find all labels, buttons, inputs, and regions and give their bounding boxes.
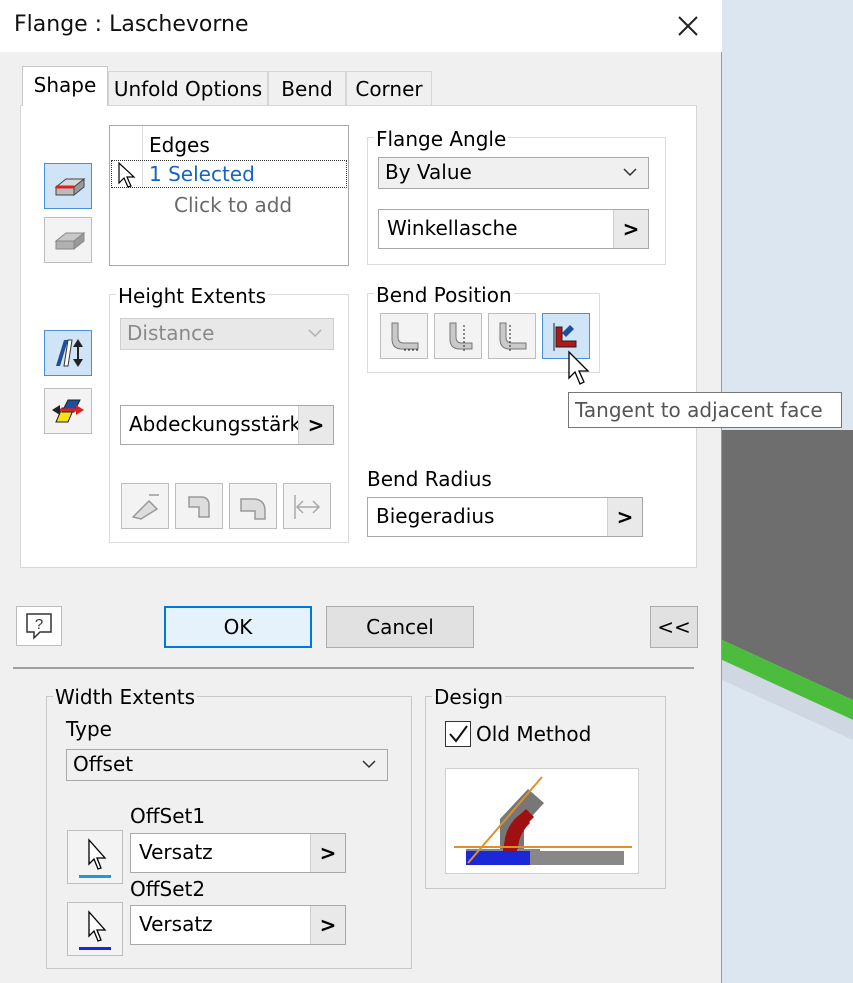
flange-angle-mode-dropdown[interactable]: By Value (378, 157, 649, 189)
bend-outside-icon (449, 322, 473, 351)
offset1-value-field[interactable]: Versatz > (130, 833, 346, 873)
edges-add-hint[interactable]: Click to add (174, 193, 292, 217)
offset2-value-field[interactable]: Versatz > (130, 905, 346, 945)
dialog-title: Flange : Laschevorne (14, 12, 249, 37)
height-extents-mode-value: Distance (127, 321, 215, 345)
old-method-checkbox[interactable] (445, 721, 471, 747)
design-preview-graphic (454, 776, 632, 865)
chevron-down-icon (362, 760, 376, 769)
offset1-arrow-button[interactable]: > (310, 834, 345, 872)
bend-tangent-icon (553, 323, 577, 351)
height-datum-button-3[interactable] (229, 483, 277, 529)
cursor-arrow-icon (118, 161, 136, 188)
bend-position-inside-button[interactable] (380, 313, 428, 359)
double-sided-button[interactable] (44, 388, 92, 434)
bend-radius-value-field[interactable]: Biegeradius > (367, 497, 643, 537)
face-select-icon (54, 231, 86, 251)
edge-select-icon (54, 177, 86, 197)
width-extents-label: Width Extents (53, 685, 198, 709)
height-datum-icon (131, 494, 159, 520)
offset1-value: Versatz (139, 840, 213, 864)
bend-position-outside-button[interactable] (434, 313, 482, 359)
tab-shape[interactable]: Shape (22, 66, 108, 106)
offset2-select-icon (79, 910, 111, 950)
offset2-value: Versatz (139, 912, 213, 936)
viewport-part-graphic (722, 430, 853, 740)
edges-selected-row[interactable]: 1 Selected (111, 160, 347, 188)
flange-angle-mode-value: By Value (385, 160, 472, 184)
bend-position-label: Bend Position (374, 283, 514, 307)
height-datum-button-4[interactable] (283, 483, 331, 529)
width-type-dropdown[interactable]: Offset (66, 749, 388, 781)
close-button[interactable] (668, 6, 708, 46)
height-datum-button-1[interactable] (121, 483, 169, 529)
height-extents-value: Abdeckungsstärke (129, 412, 313, 436)
chevron-down-icon (623, 168, 637, 177)
height-extents-mode-dropdown[interactable]: Distance (120, 318, 334, 350)
flange-angle-value-field[interactable]: Winkellasche > (378, 209, 649, 249)
title-bar: Flange : Laschevorne (0, 0, 722, 52)
collapse-button[interactable]: << (650, 606, 698, 648)
help-icon: ? (26, 613, 52, 640)
checkmark-icon (449, 725, 468, 743)
design-label: Design (432, 685, 506, 709)
height-aligned-icon (294, 495, 321, 519)
offset2-arrow-button[interactable]: > (310, 906, 345, 944)
cancel-button[interactable]: Cancel (326, 606, 474, 648)
select-edges-button[interactable] (44, 163, 92, 209)
select-faces-button[interactable] (44, 217, 92, 263)
edges-list[interactable]: Edges 1 Selected Click to add (109, 125, 349, 266)
bend-inside-icon (391, 322, 419, 351)
bend-position-tooltip: Tangent to adjacent face (568, 392, 842, 428)
bend-outside-face-icon (499, 322, 527, 351)
height-extents-arrow-button[interactable]: > (298, 406, 333, 444)
height-outer-icon (240, 498, 266, 520)
tab-corner[interactable]: Corner (346, 71, 432, 105)
section-divider (13, 667, 694, 669)
edges-selected-count: 1 Selected (149, 162, 255, 186)
edges-header: Edges (149, 133, 210, 157)
offset1-select-icon (79, 838, 111, 878)
flange-angle-label: Flange Angle (374, 127, 509, 151)
tab-unfold-options[interactable]: Unfold Options (108, 71, 268, 105)
flip-direction-button[interactable] (44, 330, 92, 376)
width-type-value: Offset (73, 752, 134, 776)
flange-angle-arrow-button[interactable]: > (613, 210, 648, 248)
flange-angle-value: Winkellasche (387, 216, 518, 240)
offset1-select-button[interactable] (67, 830, 123, 884)
model-viewport (722, 0, 853, 983)
double-side-icon (52, 399, 84, 423)
offset2-label: OffSet2 (130, 877, 206, 901)
bend-radius-arrow-button[interactable]: > (607, 498, 642, 536)
offset1-label: OffSet1 (130, 804, 206, 828)
height-extents-label: Height Extents (116, 284, 269, 308)
bend-position-outside-face-button[interactable] (488, 313, 536, 359)
ok-button[interactable]: OK (164, 606, 312, 648)
height-inner-icon (188, 496, 210, 518)
flip-direction-icon (56, 339, 83, 367)
chevron-down-icon (308, 329, 322, 338)
width-type-label: Type (66, 717, 112, 741)
close-icon (678, 16, 698, 36)
offset2-select-button[interactable] (67, 902, 123, 956)
mouse-pointer-icon (568, 350, 590, 385)
help-button[interactable]: ? (16, 606, 62, 646)
height-extents-value-field[interactable]: Abdeckungsstärke > (120, 405, 334, 445)
design-preview-image (445, 768, 639, 874)
old-method-label: Old Method (476, 722, 592, 746)
bend-radius-value: Biegeradius (376, 504, 495, 528)
svg-text:?: ? (35, 616, 43, 633)
tab-bend[interactable]: Bend (268, 71, 346, 105)
flange-dialog: Flange : Laschevorne Shape Unfold Option… (0, 0, 842, 983)
bend-radius-label: Bend Radius (367, 467, 492, 491)
height-datum-button-2[interactable] (175, 483, 223, 529)
